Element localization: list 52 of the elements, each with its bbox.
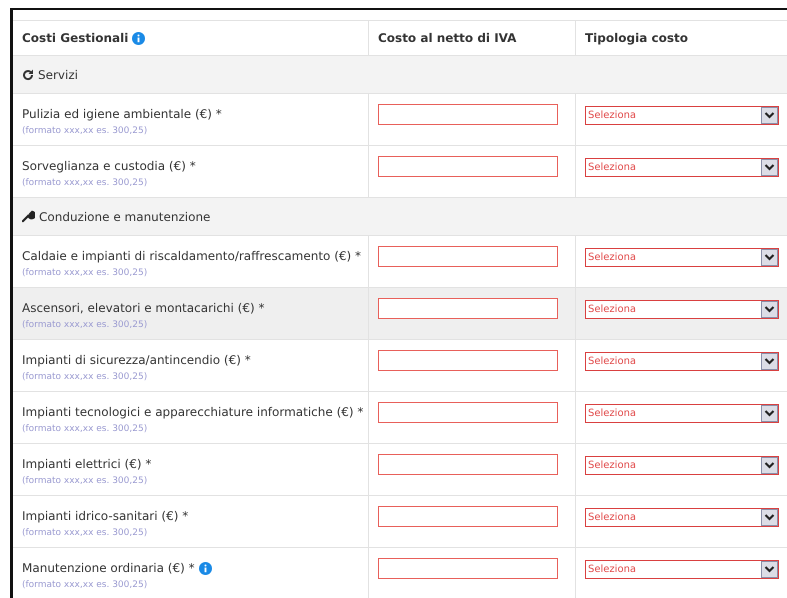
format-hint: (formato xxx,xx es. 300,25) [22, 267, 148, 280]
cost-type-select[interactable]: Seleziona [585, 560, 779, 579]
chevron-down-icon [761, 561, 778, 578]
cost-input-field[interactable] [378, 506, 558, 527]
chevron-down-icon [761, 249, 778, 266]
format-hint: (formato xxx,xx es. 300,25) [22, 177, 148, 190]
field-label: Ascensori, elevatori e montacarichi (€) * [22, 300, 264, 317]
column-header: Tipologia costo [585, 30, 688, 47]
cost-type-select[interactable]: Seleziona [585, 300, 779, 319]
section-title: Conduzione e manutenzione [39, 208, 210, 226]
field-label: Impianti tecnologici e apparecchiature informatiche (€) * [22, 404, 364, 421]
cost-type-select[interactable]: Seleziona [585, 248, 779, 267]
field-label: Caldaie e impianti di riscaldamento/raffrescamento (€) * [22, 248, 362, 265]
cost-input-field[interactable] [378, 246, 558, 267]
field-label: Impianti elettrici (€) * [22, 456, 152, 473]
format-hint: (formato xxx,xx es. 300,25) [22, 125, 148, 138]
cost-input-field[interactable] [378, 104, 558, 125]
column-header: Costo al netto di IVA [378, 30, 516, 47]
cost-input-field[interactable] [378, 558, 558, 579]
format-hint: (formato xxx,xx es. 300,25) [22, 527, 148, 540]
column-header: Costi Gestionali [22, 30, 128, 47]
cost-input-field[interactable] [378, 298, 558, 319]
cost-type-select[interactable]: Seleziona [585, 106, 779, 125]
refresh-icon [22, 68, 34, 80]
chevron-down-icon [761, 159, 778, 176]
cost-input-field[interactable] [378, 454, 558, 475]
format-hint: (formato xxx,xx es. 300,25) [22, 579, 148, 592]
format-hint: (formato xxx,xx es. 300,25) [22, 423, 148, 436]
chevron-down-icon [761, 107, 778, 124]
cost-type-select[interactable]: Seleziona [585, 404, 779, 423]
cost-input-field[interactable] [378, 350, 558, 371]
cost-input-field[interactable] [378, 156, 558, 177]
chevron-down-icon [761, 353, 778, 370]
field-label: Manutenzione ordinaria (€) * [22, 560, 195, 577]
wrench-icon [22, 210, 35, 223]
cost-input-field[interactable] [378, 402, 558, 423]
chevron-down-icon [761, 405, 778, 422]
chevron-down-icon [761, 509, 778, 526]
format-hint: (formato xxx,xx es. 300,25) [22, 319, 148, 332]
chevron-down-icon [761, 457, 778, 474]
field-label: Pulizia ed igiene ambientale (€) * [22, 106, 222, 123]
chevron-down-icon [761, 301, 778, 318]
cost-type-select[interactable]: Seleziona [585, 508, 779, 527]
cost-type-select[interactable]: Seleziona [585, 456, 779, 475]
field-label: Impianti idrico-sanitari (€) * [22, 508, 188, 525]
format-hint: (formato xxx,xx es. 300,25) [22, 475, 148, 488]
cost-type-select[interactable]: Seleziona [585, 158, 779, 177]
cost-type-select[interactable]: Seleziona [585, 352, 779, 371]
field-label: Impianti di sicurezza/antincendio (€) * [22, 352, 251, 369]
format-hint: (formato xxx,xx es. 300,25) [22, 371, 148, 384]
field-label: Sorveglianza e custodia (€) * [22, 158, 196, 175]
section-title: Servizi [38, 66, 78, 84]
